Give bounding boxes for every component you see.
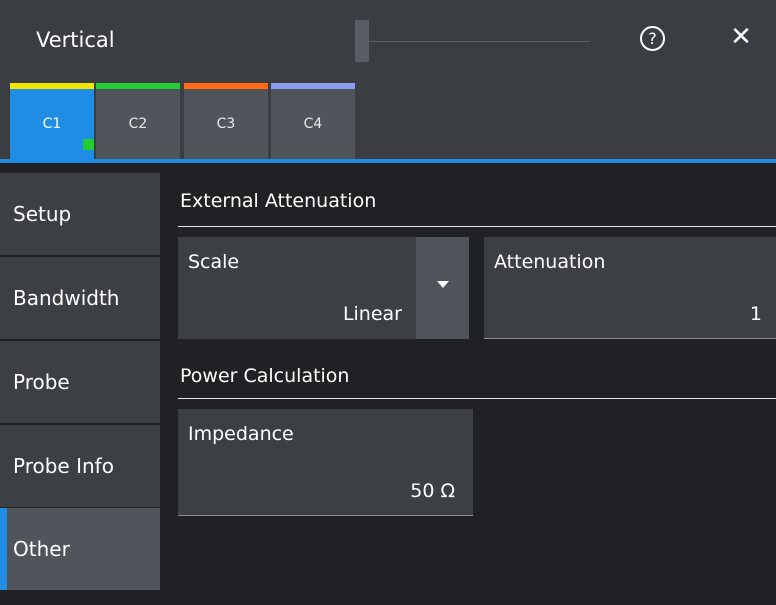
sidebar-item-probe[interactable]: Probe xyxy=(0,341,160,423)
section-divider xyxy=(178,226,776,227)
impedance-input[interactable]: Impedance 50 Ω xyxy=(178,409,473,516)
tab-c4-color-stripe xyxy=(271,83,355,89)
tab-c3-label: C3 xyxy=(216,116,236,132)
tab-c1[interactable]: C1 xyxy=(10,83,94,159)
tab-c4-label: C4 xyxy=(303,116,323,132)
tab-underline xyxy=(0,159,776,163)
sidebar-item-label: Probe Info xyxy=(13,454,114,478)
channel-active-indicator xyxy=(83,139,94,150)
active-item-accent xyxy=(0,508,7,590)
attenuation-input[interactable]: Attenuation 1 xyxy=(484,237,776,339)
title-bar: Vertical ? ✕ xyxy=(0,0,776,83)
section-title-external-attenuation: External Attenuation xyxy=(180,190,377,212)
tab-c3-color-stripe xyxy=(184,83,268,89)
tab-c1-color-stripe xyxy=(10,83,94,89)
sidebar-item-probe-info[interactable]: Probe Info xyxy=(0,425,160,507)
dropdown-arrow-icon xyxy=(437,281,449,288)
section-title-power-calculation: Power Calculation xyxy=(180,365,350,387)
sidebar-item-label: Setup xyxy=(13,202,72,226)
tab-c2-color-stripe xyxy=(96,83,180,89)
section-divider xyxy=(178,398,776,399)
channel-tab-bar: C1 C2 C3 C4 xyxy=(0,83,776,161)
impedance-value: 50 Ω xyxy=(410,480,455,502)
sidebar: Setup Bandwidth Probe Probe Info Other xyxy=(0,167,163,605)
attenuation-label: Attenuation xyxy=(494,251,606,273)
window-title: Vertical xyxy=(36,28,115,52)
scale-select[interactable]: Scale Linear xyxy=(178,237,416,339)
input-underline xyxy=(178,515,473,516)
tab-c2[interactable]: C2 xyxy=(96,83,180,159)
sidebar-item-bandwidth[interactable]: Bandwidth xyxy=(0,257,160,339)
scale-value: Linear xyxy=(342,303,402,325)
attenuation-value: 1 xyxy=(749,303,762,325)
impedance-label: Impedance xyxy=(188,423,294,445)
transparency-slider-track[interactable] xyxy=(360,41,590,42)
tab-c3[interactable]: C3 xyxy=(184,83,268,159)
scale-label: Scale xyxy=(188,251,240,273)
transparency-slider-handle[interactable] xyxy=(355,20,369,62)
sidebar-item-label: Probe xyxy=(13,370,70,394)
close-icon[interactable]: ✕ xyxy=(727,22,755,52)
sidebar-item-label: Other xyxy=(13,537,70,561)
tab-c2-label: C2 xyxy=(128,116,148,132)
tab-c4[interactable]: C4 xyxy=(271,83,355,159)
question-circle-icon[interactable]: ? xyxy=(640,26,665,51)
tab-c1-label: C1 xyxy=(42,116,62,132)
sidebar-item-other[interactable]: Other xyxy=(0,508,160,590)
input-underline xyxy=(484,338,776,339)
sidebar-item-setup[interactable]: Setup xyxy=(0,173,160,255)
sidebar-item-label: Bandwidth xyxy=(13,286,120,310)
scale-dropdown-button[interactable] xyxy=(416,237,469,339)
